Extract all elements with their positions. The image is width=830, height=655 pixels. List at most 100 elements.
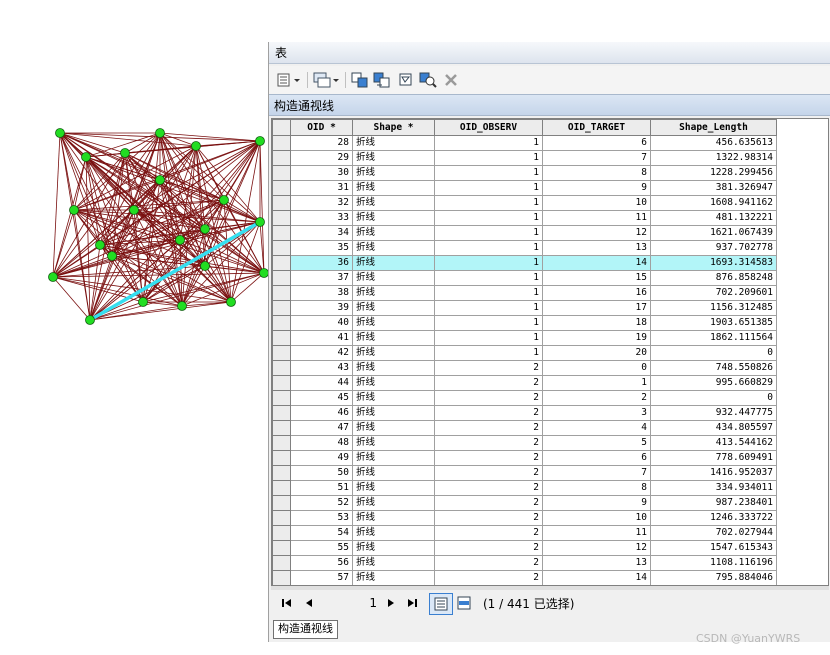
cell-oid-observ[interactable]: 1: [434, 300, 543, 316]
cell-oid[interactable]: 57: [290, 570, 353, 585]
cell-shape[interactable]: 折线: [352, 390, 435, 406]
cell-shape[interactable]: 折线: [352, 375, 435, 391]
cell-oid-target[interactable]: 13: [542, 240, 651, 256]
table-row[interactable]: 42 折线 1 20 0: [272, 345, 777, 361]
map-view[interactable]: [0, 0, 270, 420]
cell-oid-target[interactable]: 17: [542, 300, 651, 316]
cell-oid[interactable]: 54: [290, 525, 353, 541]
cell-oid-observ[interactable]: 1: [434, 180, 543, 196]
cell-oid[interactable]: 31: [290, 180, 353, 196]
cell-shape[interactable]: 折线: [352, 165, 435, 181]
cell-oid-observ[interactable]: 1: [434, 255, 543, 271]
table-row[interactable]: 53 折线 2 10 1246.333722: [272, 510, 777, 526]
select-by-attributes-icon[interactable]: [351, 71, 369, 89]
row-selector[interactable]: [272, 540, 291, 556]
table-row[interactable]: 40 折线 1 18 1903.651385: [272, 315, 777, 331]
observation-point[interactable]: [129, 205, 139, 215]
cell-oid-observ[interactable]: 2: [434, 495, 543, 511]
next-record-icon[interactable]: [383, 594, 399, 612]
cell-shape-length[interactable]: 702.027944: [650, 525, 777, 541]
column-header-shape-length[interactable]: Shape_Length: [650, 119, 777, 136]
row-selector[interactable]: [272, 285, 291, 301]
cell-oid[interactable]: 43: [290, 360, 353, 376]
cell-oid[interactable]: 40: [290, 315, 353, 331]
cell-oid[interactable]: 45: [290, 390, 353, 406]
cell-oid[interactable]: 52: [290, 495, 353, 511]
table-row[interactable]: 38 折线 1 16 702.209601: [272, 285, 777, 301]
cell-oid-observ[interactable]: 1: [434, 285, 543, 301]
table-row[interactable]: 48 折线 2 5 413.544162: [272, 435, 777, 451]
cell-oid-observ[interactable]: 2: [434, 555, 543, 571]
cell-oid[interactable]: 42: [290, 345, 353, 361]
observation-point[interactable]: [85, 315, 95, 325]
cell-oid-target[interactable]: 7: [542, 465, 651, 481]
cell-oid-target[interactable]: 16: [542, 285, 651, 301]
observation-point[interactable]: [255, 136, 265, 146]
cell-oid-observ[interactable]: 1: [434, 330, 543, 346]
cell-oid-target[interactable]: 10: [542, 510, 651, 526]
cell-oid-target[interactable]: 20: [542, 345, 651, 361]
table-row[interactable]: 51 折线 2 8 334.934011: [272, 480, 777, 496]
observation-point[interactable]: [55, 128, 65, 138]
observation-point[interactable]: [155, 128, 165, 138]
row-selector[interactable]: [272, 225, 291, 241]
delete-selected-icon[interactable]: [443, 71, 459, 89]
current-record-field[interactable]: 1: [321, 594, 377, 612]
cell-oid[interactable]: 32: [290, 195, 353, 211]
cell-oid-target[interactable]: 5: [542, 435, 651, 451]
cell-oid-target[interactable]: 12: [542, 540, 651, 556]
cell-oid[interactable]: 44: [290, 375, 353, 391]
cell-oid-observ[interactable]: 1: [434, 195, 543, 211]
table-row[interactable]: 29 折线 1 7 1322.98314: [272, 150, 777, 166]
cell-oid-target[interactable]: 19: [542, 330, 651, 346]
cell-oid[interactable]: 51: [290, 480, 353, 496]
cell-shape[interactable]: 折线: [352, 315, 435, 331]
row-selector[interactable]: [272, 435, 291, 451]
column-header-oid-observ[interactable]: OID_OBSERV: [434, 119, 543, 136]
cell-oid-observ[interactable]: 2: [434, 450, 543, 466]
table-row[interactable]: 57 折线 2 14 795.884046: [272, 570, 777, 585]
cell-oid-observ[interactable]: 1: [434, 240, 543, 256]
cell-shape[interactable]: 折线: [352, 540, 435, 556]
cell-oid-target[interactable]: 10: [542, 195, 651, 211]
cell-oid-observ[interactable]: 1: [434, 135, 543, 151]
cell-shape[interactable]: 折线: [352, 330, 435, 346]
cell-oid-observ[interactable]: 1: [434, 165, 543, 181]
row-selector[interactable]: [272, 420, 291, 436]
row-selector[interactable]: [272, 165, 291, 181]
cell-shape-length[interactable]: 0: [650, 345, 777, 361]
row-selector[interactable]: [272, 315, 291, 331]
cell-shape[interactable]: 折线: [352, 465, 435, 481]
table-row[interactable]: 55 折线 2 12 1547.615343: [272, 540, 777, 556]
cell-oid[interactable]: 36: [290, 255, 353, 271]
cell-shape[interactable]: 折线: [352, 255, 435, 271]
cell-shape-length[interactable]: 1903.651385: [650, 315, 777, 331]
column-header-oid-target[interactable]: OID_TARGET: [542, 119, 651, 136]
row-selector[interactable]: [272, 465, 291, 481]
table-row[interactable]: 41 折线 1 19 1862.111564: [272, 330, 777, 346]
cell-shape[interactable]: 折线: [352, 555, 435, 571]
cell-shape-length[interactable]: 481.132221: [650, 210, 777, 226]
cell-shape[interactable]: 折线: [352, 435, 435, 451]
cell-oid-observ[interactable]: 2: [434, 360, 543, 376]
first-record-icon[interactable]: [279, 594, 295, 612]
cell-shape[interactable]: 折线: [352, 195, 435, 211]
observation-point[interactable]: [155, 175, 165, 185]
table-tab-header[interactable]: 构造通视线: [269, 94, 830, 116]
cell-oid[interactable]: 50: [290, 465, 353, 481]
table-row[interactable]: 56 折线 2 13 1108.116196: [272, 555, 777, 571]
table-row[interactable]: 36 折线 1 14 1693.314583: [272, 255, 777, 271]
table-bottom-tab[interactable]: 构造通视线: [273, 620, 338, 639]
row-selector[interactable]: [272, 450, 291, 466]
table-row[interactable]: 47 折线 2 4 434.805597: [272, 420, 777, 436]
table-row[interactable]: 28 折线 1 6 456.635613: [272, 135, 777, 151]
previous-record-icon[interactable]: [301, 594, 317, 612]
cell-shape-length[interactable]: 937.702778: [650, 240, 777, 256]
row-selector[interactable]: [272, 195, 291, 211]
table-row[interactable]: 31 折线 1 9 381.326947: [272, 180, 777, 196]
cell-oid[interactable]: 30: [290, 165, 353, 181]
cell-shape[interactable]: 折线: [352, 480, 435, 496]
cell-shape[interactable]: 折线: [352, 135, 435, 151]
cell-oid-target[interactable]: 4: [542, 420, 651, 436]
table-row[interactable]: 52 折线 2 9 987.238401: [272, 495, 777, 511]
